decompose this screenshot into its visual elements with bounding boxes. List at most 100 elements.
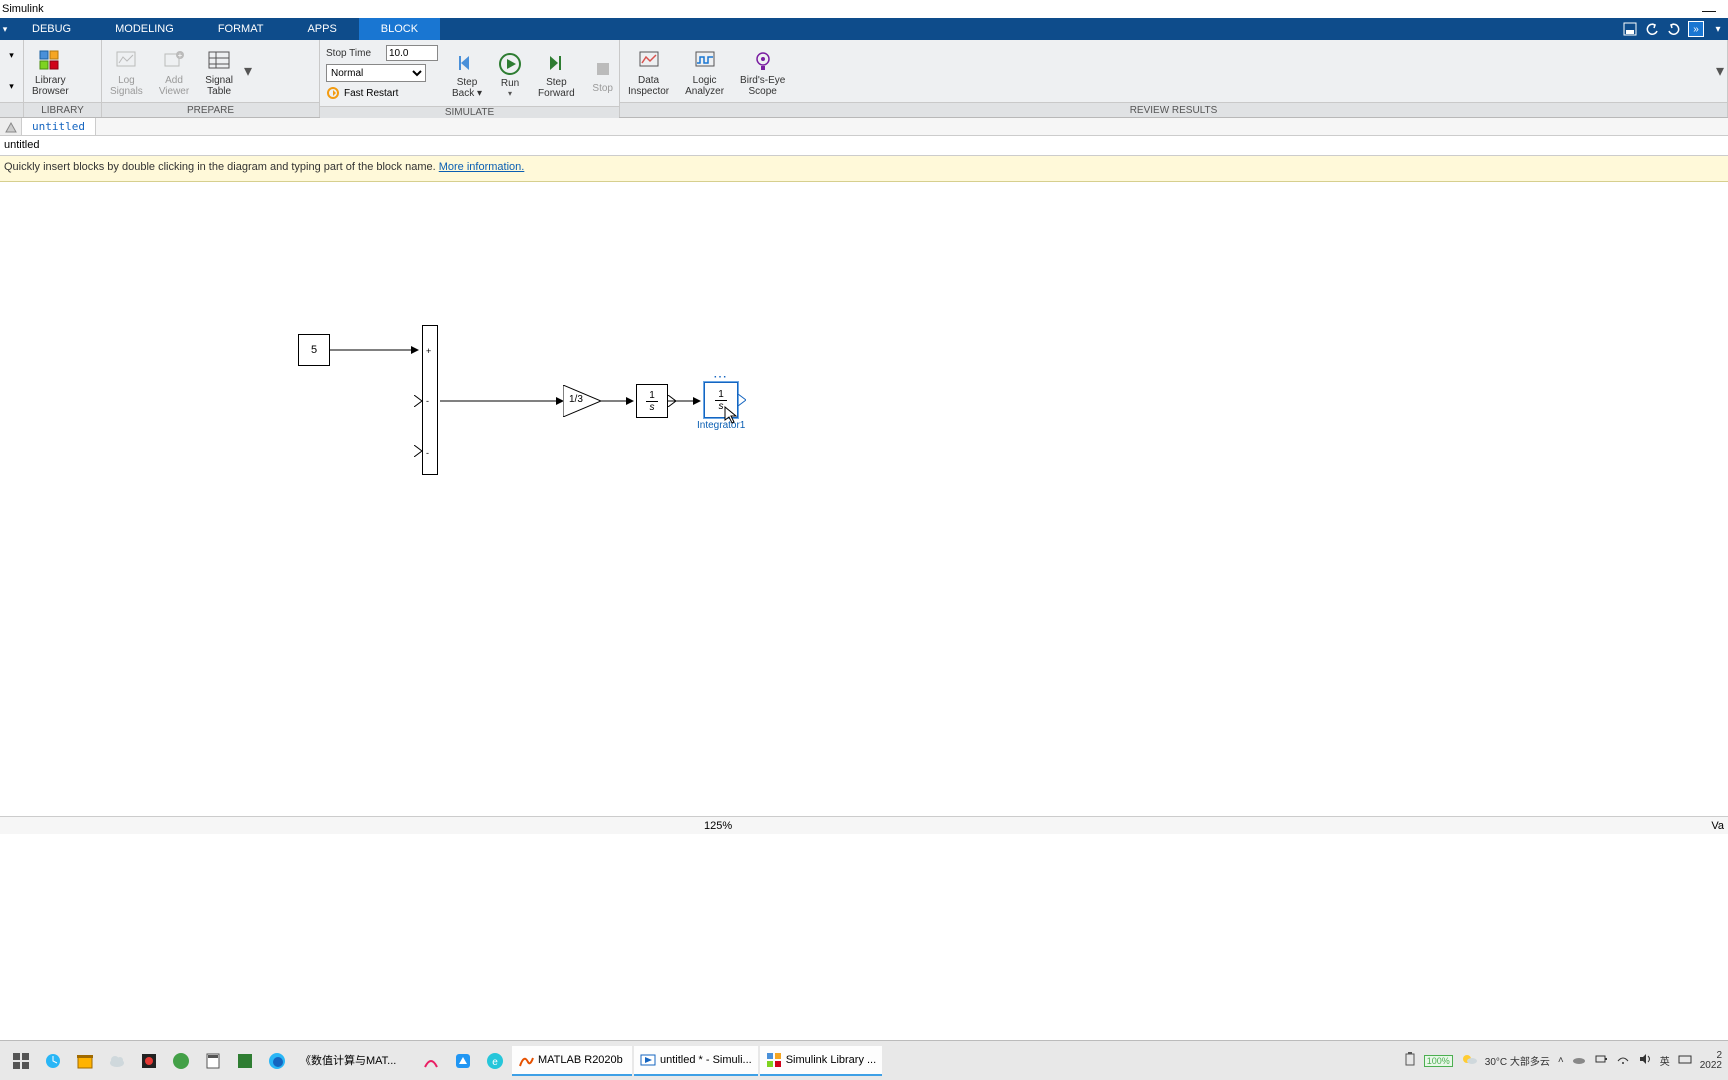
sum-port-minus-2: - bbox=[426, 448, 429, 458]
tab-format[interactable]: FORMAT bbox=[196, 18, 286, 40]
weather-text[interactable]: 30°C 大部多云 bbox=[1485, 1053, 1550, 1068]
fast-restart-icon bbox=[326, 86, 340, 100]
redo-icon[interactable] bbox=[1666, 21, 1682, 37]
undo-icon[interactable] bbox=[1644, 21, 1660, 37]
block-constant[interactable]: 5 bbox=[298, 334, 330, 366]
integrator1-den: s bbox=[719, 401, 724, 412]
taskbar-screenshot-icon[interactable] bbox=[416, 1046, 446, 1076]
step-forward-button[interactable]: Step Forward bbox=[530, 43, 583, 103]
step-forward-icon bbox=[544, 51, 568, 75]
taskbar-app-doc[interactable]: 《数值计算与MAT... bbox=[294, 1046, 414, 1076]
add-viewer-icon: + bbox=[162, 49, 186, 73]
taskbar-store-icon[interactable] bbox=[70, 1046, 100, 1076]
taskbar-edge-icon[interactable] bbox=[262, 1046, 292, 1076]
run-button[interactable]: Run ▾ bbox=[490, 43, 530, 103]
help-shortcuts-icon[interactable]: » bbox=[1688, 21, 1704, 37]
library-browser-icon bbox=[38, 49, 62, 73]
taskbar-cloud-icon[interactable] bbox=[102, 1046, 132, 1076]
integrator-out-port bbox=[668, 395, 676, 407]
svg-text:+: + bbox=[178, 51, 183, 60]
tab-leading-dropdown[interactable]: ▾ bbox=[0, 18, 10, 40]
diagram-wires bbox=[0, 182, 1728, 816]
stop-button[interactable]: Stop bbox=[583, 43, 623, 103]
tray-power-icon[interactable] bbox=[1594, 1052, 1608, 1069]
taskbar-app-simulink[interactable]: untitled * - Simuli... bbox=[634, 1046, 758, 1076]
battery-icon[interactable] bbox=[1404, 1052, 1416, 1069]
sum-port-plus: + bbox=[426, 346, 431, 356]
status-bar: 125% Va bbox=[0, 816, 1728, 834]
simulink-library-icon bbox=[766, 1052, 782, 1068]
sim-mode-select[interactable]: Normal bbox=[326, 64, 426, 82]
stop-time-input[interactable] bbox=[386, 45, 438, 61]
sum-open-port-1 bbox=[414, 395, 422, 407]
tray-volume-icon[interactable] bbox=[1638, 1052, 1652, 1069]
breadcrumb-tab-untitled[interactable]: untitled bbox=[22, 118, 96, 135]
prepare-more-dropdown[interactable]: ▾ bbox=[241, 41, 255, 101]
tab-debug[interactable]: DEBUG bbox=[10, 18, 93, 40]
integrator-num: 1 bbox=[646, 390, 658, 402]
logic-analyzer-button[interactable]: Logic Analyzer bbox=[677, 41, 732, 101]
birds-eye-scope-button[interactable]: Bird's-Eye Scope bbox=[732, 41, 793, 101]
taskbar-start-button[interactable] bbox=[6, 1046, 36, 1076]
library-browser-button[interactable]: Library Browser bbox=[24, 41, 77, 101]
signal-table-button[interactable]: Signal Table bbox=[197, 41, 241, 101]
sum-port-minus-1: - bbox=[426, 396, 429, 406]
integrator1-out-port bbox=[738, 394, 746, 406]
taskbar-browser-icon[interactable]: e bbox=[480, 1046, 510, 1076]
window-titlebar: Simulink — bbox=[0, 0, 1728, 18]
step-back-icon bbox=[455, 51, 479, 75]
run-dropdown-caret[interactable]: ▾ bbox=[508, 89, 512, 98]
block-sum[interactable]: + - - bbox=[422, 325, 438, 475]
model-path-text: untitled bbox=[4, 139, 39, 151]
breadcrumb-home-button[interactable] bbox=[0, 118, 22, 135]
add-viewer-button[interactable]: + Add Viewer bbox=[151, 41, 197, 101]
ribbon-group-library-label: LIBRARY bbox=[24, 102, 101, 117]
ribbon-quick-dropdown-1[interactable]: ▾ bbox=[9, 50, 14, 61]
log-signals-button[interactable]: Log Signals bbox=[102, 41, 151, 101]
svg-text:e: e bbox=[492, 1057, 498, 1068]
tray-onedrive-icon[interactable] bbox=[1572, 1052, 1586, 1069]
sim-settings: Stop Time Normal Fast Restart bbox=[320, 40, 444, 106]
tab-apps[interactable]: APPS bbox=[285, 18, 358, 40]
tabstrip-caret-icon[interactable]: ▾ bbox=[1710, 21, 1726, 37]
save-layout-icon[interactable] bbox=[1622, 21, 1638, 37]
taskbar-feishu-icon[interactable] bbox=[448, 1046, 478, 1076]
ribbon-quick-dropdown-2[interactable]: ▾ bbox=[9, 81, 14, 92]
window-minimize-button[interactable]: — bbox=[1702, 2, 1716, 18]
hint-banner-link[interactable]: More information. bbox=[439, 161, 525, 173]
tray-wifi-icon[interactable] bbox=[1616, 1052, 1630, 1069]
sum-open-port-2 bbox=[414, 445, 422, 457]
tray-ime[interactable]: 英 bbox=[1660, 1053, 1670, 1068]
os-taskbar: 《数值计算与MAT... e MATLAB R2020b untitled * … bbox=[0, 1040, 1728, 1080]
fast-restart-toggle[interactable]: Fast Restart bbox=[344, 88, 398, 99]
taskbar-clock-icon[interactable] bbox=[38, 1046, 68, 1076]
ribbon-group-review-label: REVIEW RESULTS bbox=[620, 102, 1727, 117]
diagram-canvas[interactable]: 5 + - - 1/3 1 s ⋯ 1 s Integrator1 bbox=[0, 182, 1728, 816]
block-integrator[interactable]: 1 s bbox=[636, 384, 668, 418]
data-inspector-button[interactable]: Data Inspector bbox=[620, 41, 677, 101]
tab-block[interactable]: BLOCK bbox=[359, 18, 440, 40]
taskbar-record-icon[interactable] bbox=[134, 1046, 164, 1076]
tray-datetime[interactable]: 2 2022 bbox=[1700, 1051, 1722, 1071]
block-gain[interactable]: 1/3 bbox=[563, 385, 601, 417]
matlab-icon bbox=[518, 1052, 534, 1068]
tab-modeling[interactable]: MODELING bbox=[93, 18, 196, 40]
taskbar-systray: 100% 30°C 大部多云 ˄ 英 2 2022 bbox=[1404, 1051, 1722, 1071]
taskbar-calculator-icon[interactable] bbox=[198, 1046, 228, 1076]
taskbar-evernote-icon[interactable] bbox=[166, 1046, 196, 1076]
review-more-dropdown[interactable]: ▾ bbox=[1713, 41, 1727, 101]
logic-analyzer-icon bbox=[693, 49, 717, 73]
weather-icon bbox=[1461, 1051, 1477, 1070]
run-icon bbox=[498, 52, 522, 76]
ribbon: ▾ ▾ Library Browser LIBRARY Log Signals bbox=[0, 40, 1728, 118]
taskbar-nvidia-icon[interactable] bbox=[230, 1046, 260, 1076]
taskbar-app-library[interactable]: Simulink Library ... bbox=[760, 1046, 882, 1076]
ribbon-tabstrip: ▾ DEBUG MODELING FORMAT APPS BLOCK » ▾ bbox=[0, 18, 1728, 40]
zoom-level[interactable]: 125% bbox=[704, 820, 732, 832]
window-title: Simulink bbox=[2, 3, 44, 15]
hint-banner-text: Quickly insert blocks by double clicking… bbox=[4, 161, 439, 173]
taskbar-app-matlab[interactable]: MATLAB R2020b bbox=[512, 1046, 632, 1076]
tray-chevron-up-icon[interactable]: ˄ bbox=[1558, 1055, 1564, 1066]
step-back-button[interactable]: Step Back ▾ bbox=[444, 43, 490, 103]
tray-keyboard-icon[interactable] bbox=[1678, 1052, 1692, 1069]
